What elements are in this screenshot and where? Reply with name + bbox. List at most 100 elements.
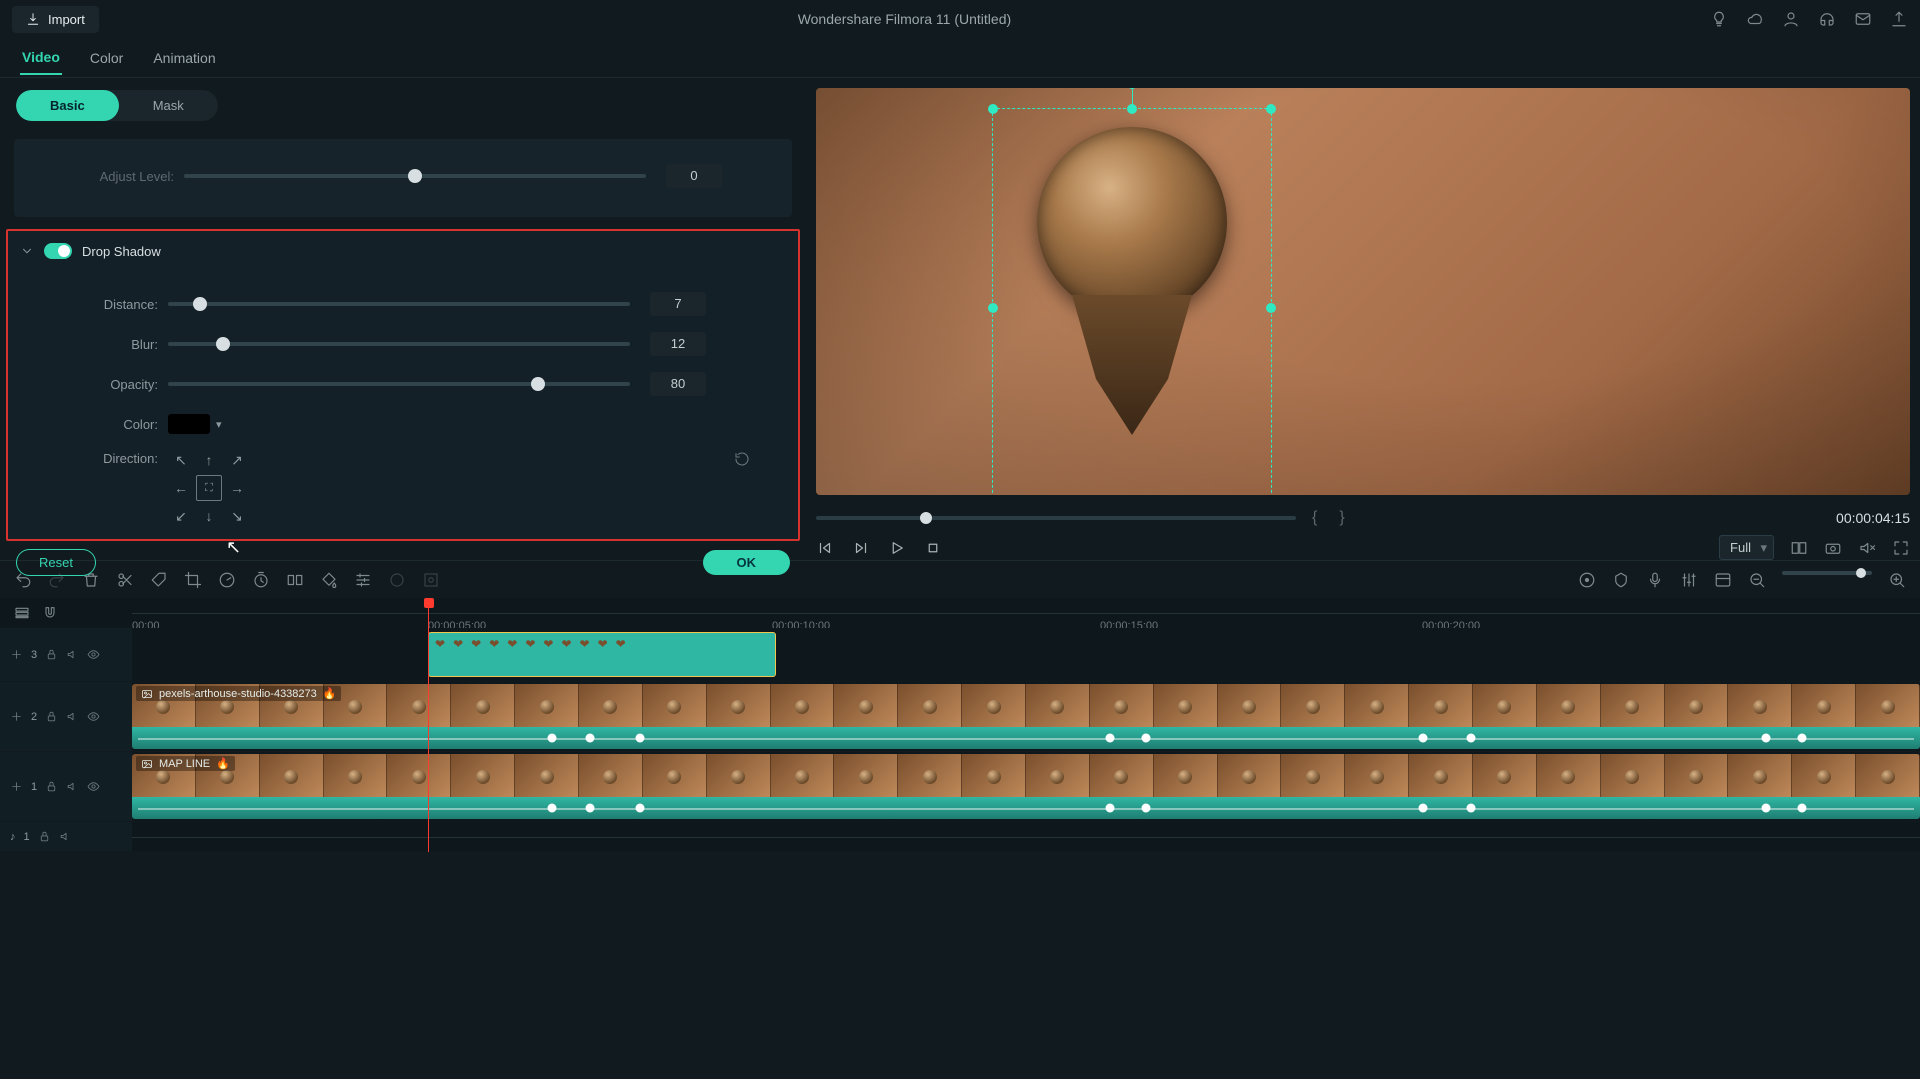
element-clip[interactable]: ❤❤❤❤❤❤❤❤❤❤❤ [428, 632, 776, 677]
keyframe-dot[interactable] [1106, 804, 1115, 813]
mail-icon[interactable] [1854, 10, 1872, 28]
keyframe-dot[interactable] [548, 804, 557, 813]
keyframe-dot[interactable] [1467, 804, 1476, 813]
tab-animation[interactable]: Animation [151, 42, 217, 74]
rotate-handle[interactable] [1127, 88, 1137, 89]
mute-icon[interactable] [66, 710, 79, 723]
blur-slider[interactable] [168, 342, 630, 346]
shadow-color-swatch[interactable] [168, 414, 210, 434]
drop-shadow-toggle[interactable] [44, 243, 72, 259]
timeline-playhead[interactable] [428, 598, 429, 852]
direction-ne[interactable]: ↗ [224, 447, 250, 473]
greenscreen-icon[interactable] [388, 571, 406, 589]
video-clip-2[interactable]: pexels-arthouse-studio-4338273 🔥 [132, 684, 1920, 749]
voiceover-icon[interactable] [1646, 571, 1664, 589]
distance-slider[interactable] [168, 302, 630, 306]
subtab-mask[interactable]: Mask [119, 90, 218, 121]
eye-icon[interactable] [87, 648, 100, 661]
direction-nw[interactable]: ↖ [168, 447, 194, 473]
resize-handle-mr[interactable] [1266, 303, 1276, 313]
keyframe-dot[interactable] [635, 804, 644, 813]
motion-tracking-icon[interactable] [422, 571, 440, 589]
magnet-icon[interactable] [42, 605, 58, 621]
add-track-icon[interactable] [10, 710, 23, 723]
fullscreen-icon[interactable] [1892, 539, 1910, 557]
resize-handle-tr[interactable] [1266, 104, 1276, 114]
play-button[interactable] [888, 539, 906, 557]
compare-view-icon[interactable] [1790, 539, 1808, 557]
preview-scrubber[interactable] [816, 516, 1296, 520]
mark-in-icon[interactable]: { [1306, 509, 1323, 527]
direction-se[interactable]: ↘ [224, 503, 250, 529]
stop-button[interactable] [924, 539, 942, 557]
lock-icon[interactable] [45, 780, 58, 793]
add-track-icon[interactable] [10, 648, 23, 661]
lock-icon[interactable] [38, 830, 51, 843]
zoom-in-icon[interactable] [1888, 571, 1906, 589]
timeline-zoom-slider[interactable] [1782, 571, 1872, 575]
video-preview[interactable] [816, 88, 1910, 495]
keyframe-dot[interactable] [1141, 734, 1150, 743]
mark-out-icon[interactable]: } [1333, 509, 1350, 527]
keyframe-dot[interactable] [1797, 804, 1806, 813]
direction-w[interactable]: ← [168, 475, 194, 501]
keyframe-dot[interactable] [1467, 734, 1476, 743]
keyframe-dot[interactable] [1106, 734, 1115, 743]
tab-video[interactable]: Video [20, 41, 62, 75]
cloud-icon[interactable] [1746, 10, 1764, 28]
direction-e[interactable]: → [224, 475, 250, 501]
mute-icon[interactable] [66, 648, 79, 661]
keyframe-lane-2[interactable] [132, 727, 1920, 749]
lock-icon[interactable] [45, 648, 58, 661]
account-avatar-icon[interactable] [1782, 10, 1800, 28]
keyframe-dot[interactable] [1418, 734, 1427, 743]
opacity-value[interactable]: 80 [650, 372, 706, 396]
direction-s[interactable]: ↓ [196, 503, 222, 529]
direction-center[interactable]: ⛶ [196, 475, 222, 501]
map-pin-element[interactable] [1037, 127, 1227, 435]
render-icon[interactable] [1578, 571, 1596, 589]
distance-value[interactable]: 7 [650, 292, 706, 316]
keyframe-lane-1[interactable] [132, 797, 1920, 819]
keyframe-dot[interactable] [635, 734, 644, 743]
mixer-icon[interactable] [1680, 571, 1698, 589]
prev-frame-button[interactable] [816, 539, 834, 557]
keyframe-dot[interactable] [1762, 734, 1771, 743]
keyframe-dot[interactable] [548, 734, 557, 743]
time-ruler[interactable]: 00:0000:00:05:0000:00:10:0000:00:15:0000… [132, 613, 1920, 614]
keyframe-dot[interactable] [1762, 804, 1771, 813]
blur-value[interactable]: 12 [650, 332, 706, 356]
headset-icon[interactable] [1818, 10, 1836, 28]
direction-sw[interactable]: ↙ [168, 503, 194, 529]
eye-icon[interactable] [87, 780, 100, 793]
snapshot-icon[interactable] [1824, 539, 1842, 557]
tab-color[interactable]: Color [88, 42, 125, 74]
adjust-level-slider[interactable] [184, 174, 646, 178]
preview-quality-select[interactable]: Full [1719, 535, 1774, 560]
keyframe-dot[interactable] [1141, 804, 1150, 813]
keyframe-dot[interactable] [1797, 734, 1806, 743]
adjust-level-value[interactable]: 0 [666, 164, 722, 188]
mute-icon[interactable] [66, 780, 79, 793]
opacity-slider[interactable] [168, 382, 630, 386]
mute-preview-icon[interactable] [1858, 539, 1876, 557]
ok-button[interactable]: OK [703, 550, 791, 575]
mute-icon[interactable] [59, 830, 72, 843]
direction-reset-icon[interactable] [734, 451, 750, 470]
lightbulb-icon[interactable] [1710, 10, 1728, 28]
redo-icon[interactable] [48, 571, 66, 589]
zoom-out-icon[interactable] [1748, 571, 1766, 589]
export-icon[interactable] [1890, 10, 1908, 28]
resize-handle-tl[interactable] [988, 104, 998, 114]
video-clip-1[interactable]: MAP LINE 🔥 [132, 754, 1920, 819]
eye-icon[interactable] [87, 710, 100, 723]
direction-n[interactable]: ↑ [196, 447, 222, 473]
resize-handle-ml[interactable] [988, 303, 998, 313]
lock-icon[interactable] [45, 710, 58, 723]
import-button[interactable]: Import [12, 6, 99, 33]
subtab-basic[interactable]: Basic [16, 90, 119, 121]
keyframe-dot[interactable] [1418, 804, 1427, 813]
marker-icon[interactable] [1612, 571, 1630, 589]
selection-bounding-box[interactable] [992, 108, 1272, 495]
track-manager-icon[interactable] [14, 605, 30, 621]
